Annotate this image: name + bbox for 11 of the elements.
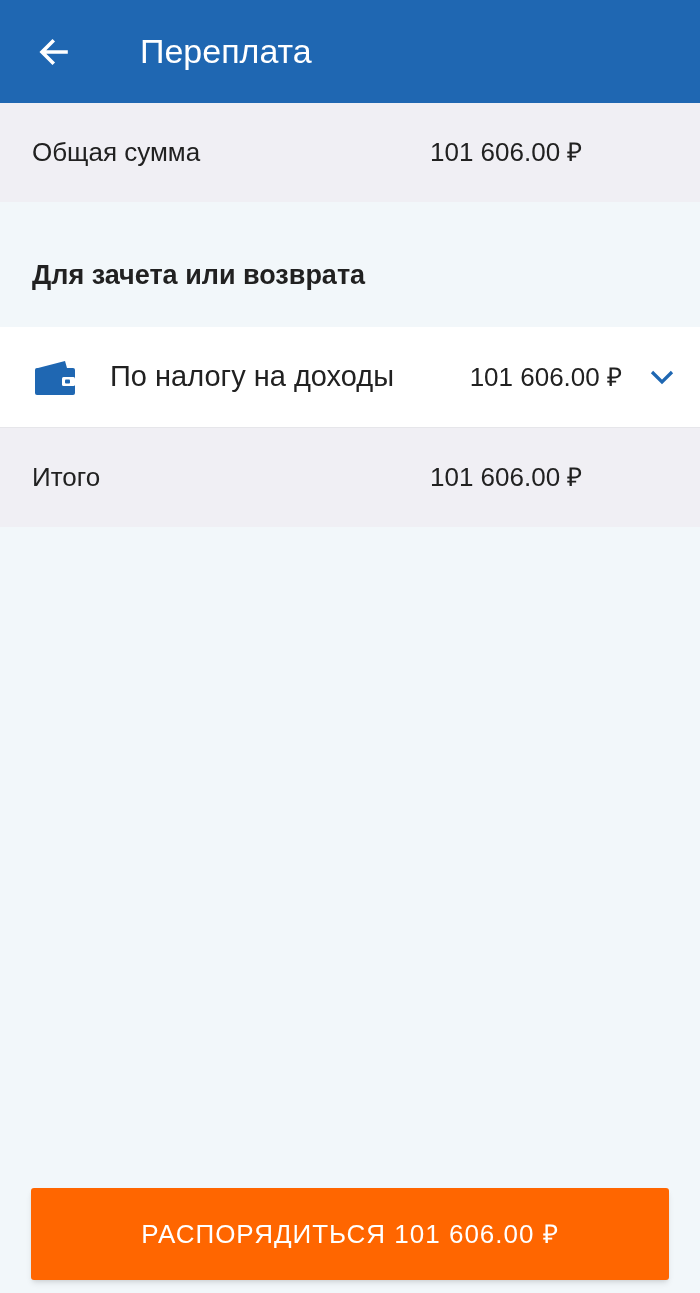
tax-item-row[interactable]: По налогу на доходы 101 606.00 ₽ — [0, 327, 700, 428]
row-label: Общая сумма — [32, 136, 202, 169]
row-amount: 101 606.00 ₽ — [430, 461, 584, 494]
row-label: Итого — [32, 461, 102, 494]
tax-item-amount: 101 606.00 ₽ — [469, 360, 622, 394]
wallet-icon — [35, 359, 75, 395]
screen-title: Переплата — [140, 31, 312, 72]
section-title: Для зачета или возврата — [32, 259, 366, 293]
tax-item-label: По налогу на доходы — [110, 359, 395, 395]
chevron-icon — [650, 369, 674, 385]
row-amount: 101 606.00 ₽ — [430, 136, 584, 169]
